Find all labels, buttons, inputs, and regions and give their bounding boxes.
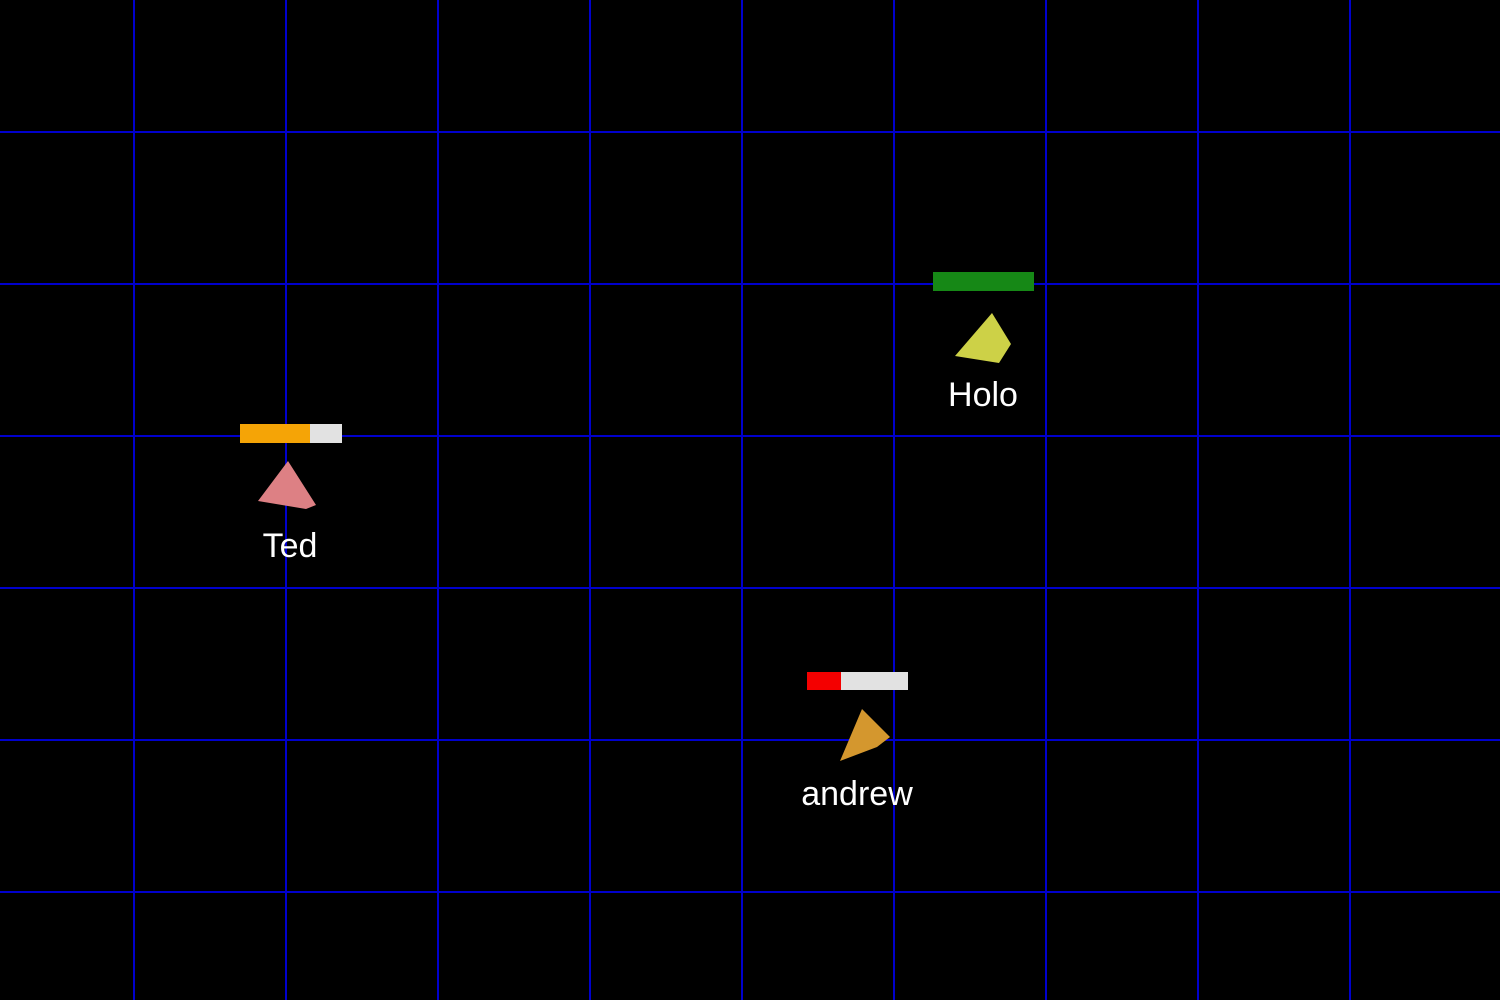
entity-cone-icon bbox=[955, 313, 1011, 363]
grid-line-vertical bbox=[741, 0, 743, 1000]
entity-name-label: Ted bbox=[262, 527, 318, 565]
grid-line-vertical bbox=[589, 0, 591, 1000]
grid-line-horizontal bbox=[0, 891, 1500, 893]
grid-line-vertical bbox=[437, 0, 439, 1000]
grid-line-horizontal bbox=[0, 435, 1500, 437]
health-bar-fill bbox=[807, 672, 842, 690]
grid-line-horizontal bbox=[0, 283, 1500, 285]
grid-line-vertical bbox=[1045, 0, 1047, 1000]
entity-name-label: andrew bbox=[801, 775, 913, 813]
grid-line-vertical bbox=[1197, 0, 1199, 1000]
entity-name-label: Holo bbox=[948, 376, 1018, 414]
health-bar bbox=[807, 672, 908, 690]
health-bar-fill bbox=[240, 424, 311, 443]
grid-line-horizontal bbox=[0, 131, 1500, 133]
grid-line-horizontal bbox=[0, 587, 1500, 589]
health-bar bbox=[240, 424, 342, 443]
health-bar-fill bbox=[933, 272, 1034, 291]
grid-line-vertical bbox=[133, 0, 135, 1000]
game-viewport[interactable]: Holo Ted andrew bbox=[0, 0, 1500, 1000]
grid-line-vertical bbox=[1349, 0, 1351, 1000]
grid-line-horizontal bbox=[0, 739, 1500, 741]
grid-line-vertical bbox=[893, 0, 895, 1000]
health-bar bbox=[933, 272, 1034, 291]
grid-overlay bbox=[0, 0, 1500, 1000]
entity-cone-icon bbox=[258, 461, 316, 509]
entity-cone-icon bbox=[840, 709, 890, 761]
